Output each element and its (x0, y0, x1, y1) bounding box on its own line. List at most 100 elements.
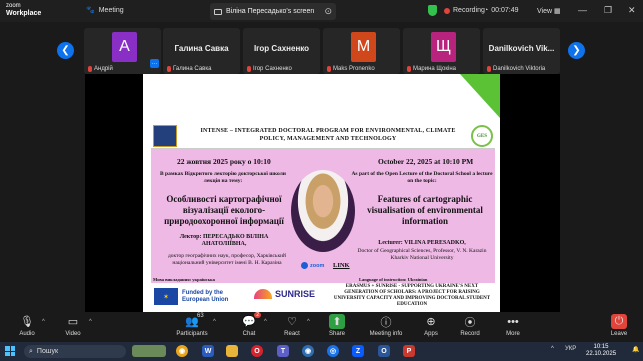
clock-icon: ◔ (484, 7, 489, 14)
erasmus-text: ERASMUS + SUNRISE - SUPPORTING UKRAINE'S… (333, 284, 491, 307)
audio-label: Audio (19, 331, 35, 337)
leave-icon: ⏻ (611, 314, 627, 329)
participant-name: Maks Pronenko (327, 66, 375, 72)
logo-line2: Workplace (6, 10, 42, 17)
participant-tile[interactable]: Ігор Сахненко Ігор Сахненко (243, 28, 320, 74)
lecturer-details-ukrainian: доктор географічних наук, професор, Харк… (167, 253, 287, 266)
participant-name: Галина Савка (167, 66, 211, 72)
eu-funding-text: Funded by the European Union (182, 290, 229, 303)
word-icon[interactable]: W (202, 345, 214, 357)
browser-icon[interactable]: ◎ (327, 345, 339, 357)
recording-indicator[interactable]: Recording (444, 7, 485, 14)
participant-tile[interactable]: Щ Марина Щокіна (403, 28, 480, 74)
lecturer-details-english: Doctor of Geographical Sciences, Profess… (357, 248, 487, 261)
chrome-icon[interactable]: ◉ (176, 345, 188, 357)
outlook-icon[interactable]: O (378, 345, 390, 357)
avatar: M (351, 32, 376, 62)
chat-label: Chat (242, 331, 256, 337)
lecturer-english: Lecturer: VILINA PERESADKO, (378, 240, 466, 246)
more-button[interactable]: ••• More (493, 314, 533, 338)
share-arrow-icon: ⬆ (329, 314, 345, 329)
meeting-tab[interactable]: 🐾 Meeting (86, 6, 124, 15)
view-button[interactable]: View ▦ (537, 7, 561, 15)
shared-screen-tab[interactable]: Віліна Пересадько's screen ⊙ (210, 3, 336, 20)
clock-time: 10:15 (593, 344, 609, 350)
screen-share-icon (214, 8, 222, 15)
video-options-icon[interactable]: ^ (89, 319, 92, 325)
meeting-timer: ◔ 00:07:49 (484, 7, 518, 14)
meeting-tab-label: Meeting (98, 6, 124, 14)
apps-icon: ⊕ (426, 316, 436, 328)
zoom-mark: zoom (301, 262, 324, 269)
muted-mic-icon (88, 66, 92, 72)
sun-icon (254, 289, 272, 299)
video-button[interactable]: ▭ Video (53, 314, 93, 337)
opera-icon[interactable]: O (251, 345, 263, 357)
view-label: View (537, 8, 553, 15)
sunrise-logo: SUNRISE (254, 289, 315, 299)
info-icon: ⓘ (380, 316, 392, 329)
chrome-profile-icon[interactable]: ◉ (302, 345, 314, 357)
language-english: Language of instruction: Ukrainian (359, 277, 428, 282)
participant-tile[interactable]: M Maks Pronenko (323, 28, 400, 74)
date-english: October 22, 2025 at 10:10 PM (378, 157, 474, 166)
keyboard-language[interactable]: УКР (565, 346, 576, 352)
audio-options-icon[interactable]: ^ (42, 319, 45, 325)
participants-button[interactable]: 👥 63 Participants (172, 313, 212, 337)
participant-tile[interactable]: Danilkovich Vik... Danilkovich Viktoria (483, 28, 560, 74)
more-dots-icon: ••• (507, 315, 519, 328)
react-options-icon[interactable]: ^ (307, 319, 310, 325)
logo-line1: zoom (6, 3, 21, 9)
meeting-info-button[interactable]: ⓘ Meeting info (366, 314, 406, 338)
teams-icon[interactable]: T (277, 345, 289, 357)
previous-page-icon[interactable]: ❮ (57, 42, 74, 59)
avatar: А (112, 32, 137, 62)
title-bar: zoom Workplace 🐾 Meeting Віліна Пересадь… (0, 0, 643, 22)
apps-button[interactable]: ⊕ Apps (411, 314, 451, 337)
shared-screen-tab-label: Віліна Пересадько's screen (226, 8, 315, 15)
close-icon[interactable]: ✕ (628, 5, 636, 16)
chat-options-icon[interactable]: ^ (264, 319, 267, 325)
windows-start-icon[interactable] (5, 346, 15, 356)
heart-icon: ♡ (287, 316, 297, 328)
participant-name: Danilkovich Viktoria (487, 66, 545, 72)
more-options-icon[interactable]: ⊙ (324, 6, 332, 17)
minimize-icon[interactable]: — (578, 5, 587, 15)
tile-menu-icon[interactable]: ··· (150, 59, 159, 68)
powerpoint-icon[interactable]: P (403, 345, 415, 357)
react-button[interactable]: ♡ React (272, 314, 312, 337)
participant-strip: ❮ А Андрій ··· Галина Савка Галина Савка… (0, 28, 643, 74)
video-label: Video (65, 331, 81, 337)
taskbar-clock[interactable]: 10:15 22.10.2025 (586, 344, 616, 358)
next-page-icon[interactable]: ❯ (568, 42, 585, 59)
notification-icon[interactable]: 🔔 (632, 346, 639, 353)
chat-button[interactable]: 💬 2 Chat (229, 312, 269, 337)
leave-label: Leave (610, 331, 628, 337)
ges-logo: GES (471, 125, 493, 147)
muted-mic-icon (407, 66, 411, 72)
participant-name: Андрій (88, 66, 113, 72)
zoom-app-icon[interactable]: Z (352, 345, 364, 357)
file-explorer-icon[interactable] (226, 345, 238, 357)
audio-button[interactable]: 🎙 Audio (7, 314, 47, 337)
restore-icon[interactable]: ❐ (604, 5, 612, 16)
poster-footer: ✶ Funded by the European Union SUNRISE E… (151, 283, 495, 312)
meeting-toolbar: 🎙 Audio ^ ▭ Video ^ 👥 63 Participants ^ 💬… (0, 312, 643, 342)
participants-options-icon[interactable]: ^ (213, 319, 216, 325)
security-shield-icon[interactable] (428, 5, 437, 16)
participant-display-name: Галина Савка (174, 44, 229, 53)
subtitle-ukrainian: В рамках Відкритого лекторію докторської… (160, 171, 286, 184)
tray-chevron-icon[interactable]: ^ (551, 346, 554, 352)
timer-value: 00:07:49 (491, 7, 519, 14)
share-button[interactable]: ⬆ Share (317, 314, 357, 337)
apps-label: Apps (424, 331, 438, 337)
poster-link[interactable]: LINK (333, 262, 350, 269)
windows-taskbar: ⌕ Пошук ◉ W O T ◉ ◎ Z O P ^ УКР 10:15 22… (0, 342, 643, 361)
record-button[interactable]: ⦿ Record (450, 314, 490, 338)
widgets-icon[interactable] (132, 345, 166, 357)
leave-button[interactable]: ⏻ Leave (599, 314, 639, 337)
participant-tile[interactable]: Галина Савка Галина Савка (163, 28, 240, 74)
share-label: Share (328, 331, 345, 337)
taskbar-search[interactable]: ⌕ Пошук (24, 345, 126, 358)
recording-label: Recording (453, 7, 485, 14)
